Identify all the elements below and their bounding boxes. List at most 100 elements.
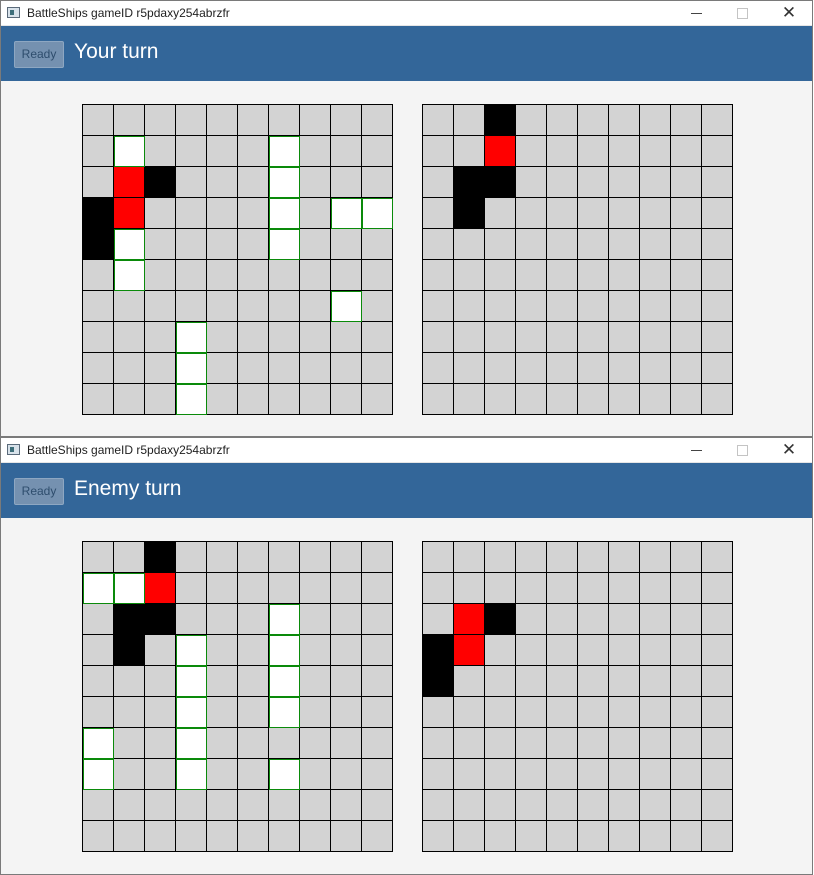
board-cell-empty[interactable]	[423, 260, 454, 291]
board-cell-empty[interactable]	[702, 167, 733, 198]
ready-button[interactable]: Ready	[14, 478, 64, 505]
board-cell-empty[interactable]	[454, 229, 485, 260]
board-cell-miss[interactable]	[485, 105, 516, 136]
board-cell-empty[interactable]	[423, 136, 454, 167]
board-cell-empty[interactable]	[423, 167, 454, 198]
board-cell-empty[interactable]	[640, 384, 671, 415]
board-cell-empty[interactable]	[516, 666, 547, 697]
board-cell-hit[interactable]	[485, 136, 516, 167]
board-cell-empty[interactable]	[454, 542, 485, 573]
board-cell-empty[interactable]	[640, 573, 671, 604]
board-cell-hit[interactable]	[454, 604, 485, 635]
board-cell-empty[interactable]	[609, 759, 640, 790]
board-cell-empty[interactable]	[671, 322, 702, 353]
board-cell-empty[interactable]	[547, 167, 578, 198]
board-cell-empty[interactable]	[454, 790, 485, 821]
board-cell-empty[interactable]	[516, 790, 547, 821]
maximize-button[interactable]	[720, 438, 766, 463]
board-cell-empty[interactable]	[640, 136, 671, 167]
close-icon[interactable]: ✕	[766, 1, 812, 26]
board-cell-miss[interactable]	[423, 635, 454, 666]
board-cell-empty[interactable]	[671, 697, 702, 728]
board-cell-empty[interactable]	[547, 821, 578, 852]
ready-button[interactable]: Ready	[14, 41, 64, 68]
board-cell-empty[interactable]	[485, 291, 516, 322]
board-cell-empty[interactable]	[578, 635, 609, 666]
board-cell-empty[interactable]	[454, 384, 485, 415]
board-cell-empty[interactable]	[516, 291, 547, 322]
board-cell-empty[interactable]	[578, 573, 609, 604]
enemy-board[interactable]	[422, 104, 733, 415]
board-cell-empty[interactable]	[423, 604, 454, 635]
board-cell-empty[interactable]	[671, 635, 702, 666]
board-cell-empty[interactable]	[547, 105, 578, 136]
board-cell-empty[interactable]	[671, 198, 702, 229]
board-cell-empty[interactable]	[516, 573, 547, 604]
board-cell-empty[interactable]	[547, 260, 578, 291]
board-cell-empty[interactable]	[702, 697, 733, 728]
board-cell-empty[interactable]	[702, 635, 733, 666]
board-cell-empty[interactable]	[671, 666, 702, 697]
title-bar[interactable]: BattleShips gameID r5pdaxy254abrzfr ✕	[1, 438, 812, 463]
board-cell-empty[interactable]	[516, 260, 547, 291]
board-cell-empty[interactable]	[671, 790, 702, 821]
board-cell-miss[interactable]	[454, 167, 485, 198]
board-cell-empty[interactable]	[516, 353, 547, 384]
enemy-board[interactable]	[422, 541, 733, 852]
board-cell-empty[interactable]	[547, 353, 578, 384]
board-cell-empty[interactable]	[640, 322, 671, 353]
board-cell-empty[interactable]	[547, 790, 578, 821]
board-cell-empty[interactable]	[423, 790, 454, 821]
board-cell-empty[interactable]	[485, 198, 516, 229]
board-cell-empty[interactable]	[702, 604, 733, 635]
board-cell-empty[interactable]	[454, 821, 485, 852]
board-cell-empty[interactable]	[423, 105, 454, 136]
board-cell-hit[interactable]	[454, 635, 485, 666]
board-cell-empty[interactable]	[578, 322, 609, 353]
board-cell-empty[interactable]	[609, 635, 640, 666]
board-cell-empty[interactable]	[485, 666, 516, 697]
board-cell-empty[interactable]	[671, 604, 702, 635]
board-cell-empty[interactable]	[671, 759, 702, 790]
board-cell-empty[interactable]	[423, 697, 454, 728]
board-cell-empty[interactable]	[516, 167, 547, 198]
board-cell-empty[interactable]	[423, 759, 454, 790]
board-cell-empty[interactable]	[609, 542, 640, 573]
board-cell-empty[interactable]	[578, 821, 609, 852]
board-cell-empty[interactable]	[702, 666, 733, 697]
minimize-button[interactable]	[674, 1, 720, 26]
board-cell-empty[interactable]	[547, 322, 578, 353]
board-cell-empty[interactable]	[547, 573, 578, 604]
board-cell-empty[interactable]	[578, 384, 609, 415]
board-cell-empty[interactable]	[640, 666, 671, 697]
board-cell-empty[interactable]	[609, 198, 640, 229]
board-cell-empty[interactable]	[423, 542, 454, 573]
board-cell-empty[interactable]	[609, 821, 640, 852]
board-cell-empty[interactable]	[671, 167, 702, 198]
board-cell-empty[interactable]	[516, 136, 547, 167]
board-cell-empty[interactable]	[423, 573, 454, 604]
board-cell-empty[interactable]	[609, 353, 640, 384]
board-cell-empty[interactable]	[578, 666, 609, 697]
board-cell-empty[interactable]	[454, 573, 485, 604]
board-cell-empty[interactable]	[609, 728, 640, 759]
board-cell-empty[interactable]	[578, 260, 609, 291]
board-cell-miss[interactable]	[485, 167, 516, 198]
board-cell-empty[interactable]	[609, 790, 640, 821]
board-cell-empty[interactable]	[547, 198, 578, 229]
board-cell-empty[interactable]	[640, 635, 671, 666]
board-cell-empty[interactable]	[454, 291, 485, 322]
board-cell-empty[interactable]	[454, 353, 485, 384]
board-cell-empty[interactable]	[702, 573, 733, 604]
board-cell-empty[interactable]	[671, 136, 702, 167]
board-cell-empty[interactable]	[702, 384, 733, 415]
board-cell-empty[interactable]	[640, 353, 671, 384]
board-cell-empty[interactable]	[609, 322, 640, 353]
board-cell-empty[interactable]	[609, 105, 640, 136]
close-icon[interactable]: ✕	[766, 438, 812, 463]
board-cell-empty[interactable]	[702, 542, 733, 573]
board-cell-empty[interactable]	[485, 821, 516, 852]
board-cell-empty[interactable]	[423, 384, 454, 415]
board-cell-empty[interactable]	[671, 821, 702, 852]
board-cell-empty[interactable]	[609, 136, 640, 167]
